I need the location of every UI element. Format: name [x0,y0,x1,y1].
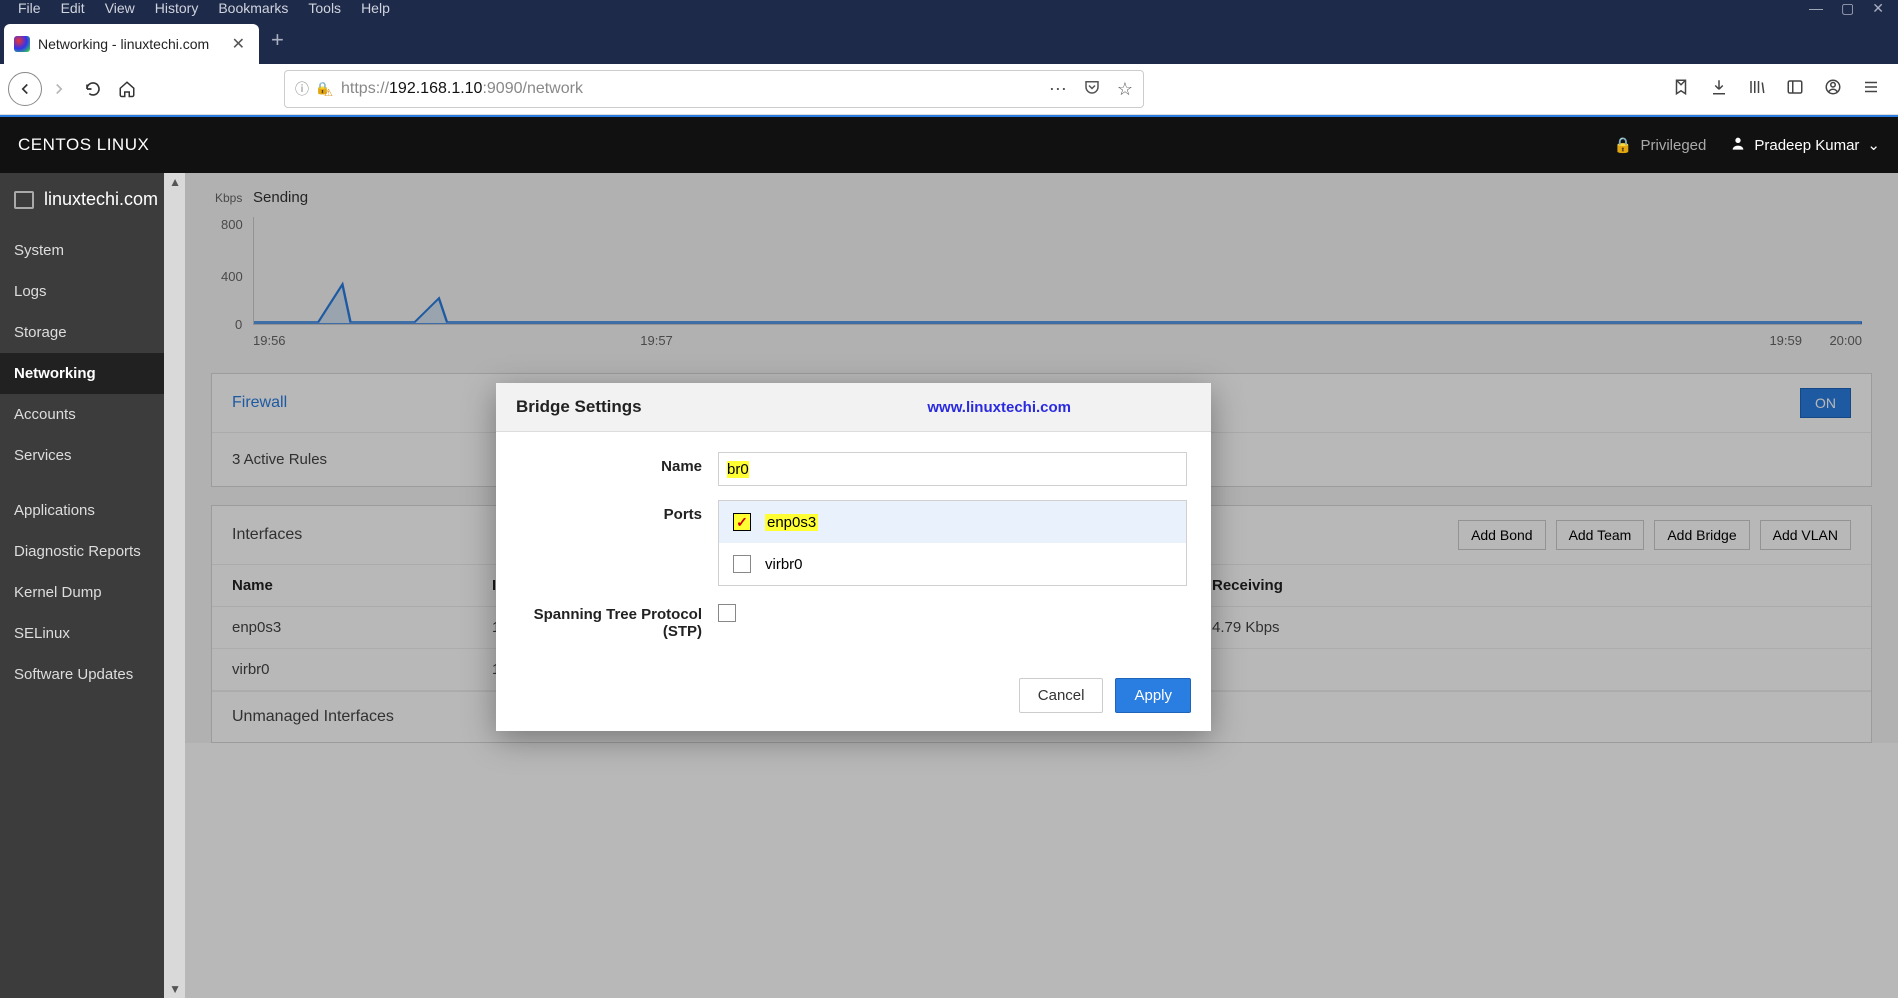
menu-tools[interactable]: Tools [298,0,351,16]
downloads-icon[interactable] [1710,78,1728,101]
sidebar-host[interactable]: linuxtechi.com [0,173,185,230]
modal-title: Bridge Settings [516,397,642,417]
menu-view[interactable]: View [95,0,145,16]
url-input[interactable]: ⓘ https://192.168.1.10:9090/network ⋯ ☆ [284,70,1144,108]
sidebar-item-system[interactable]: System [0,230,185,271]
new-tab-button[interactable]: + [271,27,284,53]
menu-help[interactable]: Help [351,0,400,16]
port-item-virbr0[interactable]: virbr0 [719,543,1186,585]
cancel-button[interactable]: Cancel [1019,678,1104,713]
bridge-name-value: br0 [727,461,749,478]
scrollbar-down-icon[interactable]: ▼ [169,982,181,996]
window-maximize-icon[interactable]: ▢ [1841,0,1854,17]
port-name-label: enp0s3 [765,514,818,531]
chevron-down-icon: ⌄ [1867,136,1880,154]
menu-file[interactable]: File [8,0,51,16]
sidebar-host-label: linuxtechi.com [44,189,158,210]
port-checkbox-enp0s3[interactable]: ✓ [733,513,751,531]
scrollbar-up-icon[interactable]: ▲ [169,175,181,189]
privileged-label: Privileged [1640,137,1706,154]
bridge-ports-list: ✓ enp0s3 virbr0 [718,500,1187,586]
sidebar-item-logs[interactable]: Logs [0,271,185,312]
nav-forward-button [42,72,76,106]
port-name-label: virbr0 [765,556,803,573]
tab-strip: Networking - linuxtechi.com ✕ + [0,16,1898,64]
sidebar-item-software-updates[interactable]: Software Updates [0,654,185,695]
sidebar-item-applications[interactable]: Applications [0,490,185,531]
bridge-ports-label: Ports [520,500,718,523]
stp-label: Spanning Tree Protocol (STP) [520,600,718,640]
bookmark-star-icon[interactable]: ☆ [1117,79,1133,100]
user-menu[interactable]: Pradeep Kumar ⌄ [1730,135,1880,155]
save-to-pocket-icon[interactable] [1672,78,1690,101]
apply-button[interactable]: Apply [1115,678,1191,713]
sidebar-item-accounts[interactable]: Accounts [0,394,185,435]
lock-warning-icon[interactable] [315,81,331,97]
pocket-icon[interactable] [1083,78,1101,101]
menu-bookmarks[interactable]: Bookmarks [208,0,298,16]
sidebar-toggle-icon[interactable] [1786,78,1804,101]
sidebar-item-storage[interactable]: Storage [0,312,185,353]
sidebar-item-kernel-dump[interactable]: Kernel Dump [0,572,185,613]
stp-checkbox[interactable] [718,604,736,622]
page-actions-icon[interactable]: ⋯ [1049,79,1067,100]
hamburger-menu-icon[interactable] [1862,78,1880,101]
url-bar: ⓘ https://192.168.1.10:9090/network ⋯ ☆ [0,64,1898,115]
sidebar-item-services[interactable]: Services [0,435,185,476]
port-item-enp0s3[interactable]: ✓ enp0s3 [719,501,1186,543]
sidebar: ▲ ▼ linuxtechi.com System Logs Storage N… [0,173,185,998]
sidebar-item-diagnostic-reports[interactable]: Diagnostic Reports [0,531,185,572]
nav-home-button[interactable] [110,72,144,106]
favicon-icon [14,36,30,52]
main-layout: ▲ ▼ linuxtechi.com System Logs Storage N… [0,173,1898,998]
bridge-name-label: Name [520,452,718,475]
library-icon[interactable] [1748,78,1766,101]
browser-menubar: File Edit View History Bookmarks Tools H… [0,0,1898,16]
sidebar-item-selinux[interactable]: SELinux [0,613,185,654]
site-info-icon[interactable]: ⓘ [295,79,309,99]
privileged-indicator[interactable]: 🔒 Privileged [1614,136,1707,154]
url-host: 192.168.1.10 [389,80,482,97]
tab-close-icon[interactable]: ✕ [228,32,249,56]
url-text: https://192.168.1.10:9090/network [341,80,1049,98]
sidebar-item-networking[interactable]: Networking [0,353,185,394]
host-icon [14,191,34,209]
bridge-name-input[interactable]: br0 [718,452,1187,486]
url-scheme: https:// [341,80,389,97]
lock-icon: 🔒 [1614,136,1633,154]
modal-watermark-link: www.linuxtechi.com [927,399,1071,416]
nav-reload-button[interactable] [76,72,110,106]
menu-history[interactable]: History [145,0,209,16]
nav-back-button[interactable] [8,72,42,106]
url-path: :9090/network [482,80,583,97]
cockpit-header: CENTOS LINUX 🔒 Privileged Pradeep Kumar … [0,117,1898,173]
user-name-label: Pradeep Kumar [1754,137,1859,154]
port-checkbox-virbr0[interactable] [733,555,751,573]
account-icon[interactable] [1824,78,1842,101]
user-icon [1730,135,1746,155]
menu-edit[interactable]: Edit [51,0,95,16]
bridge-settings-modal: Bridge Settings www.linuxtechi.com Name … [496,383,1211,731]
tab-active[interactable]: Networking - linuxtechi.com ✕ [4,24,259,64]
window-minimize-icon[interactable]: — [1809,0,1823,17]
tab-title: Networking - linuxtechi.com [38,36,228,52]
cockpit-brand: CENTOS LINUX [18,135,149,155]
window-close-icon[interactable]: ✕ [1872,0,1884,17]
